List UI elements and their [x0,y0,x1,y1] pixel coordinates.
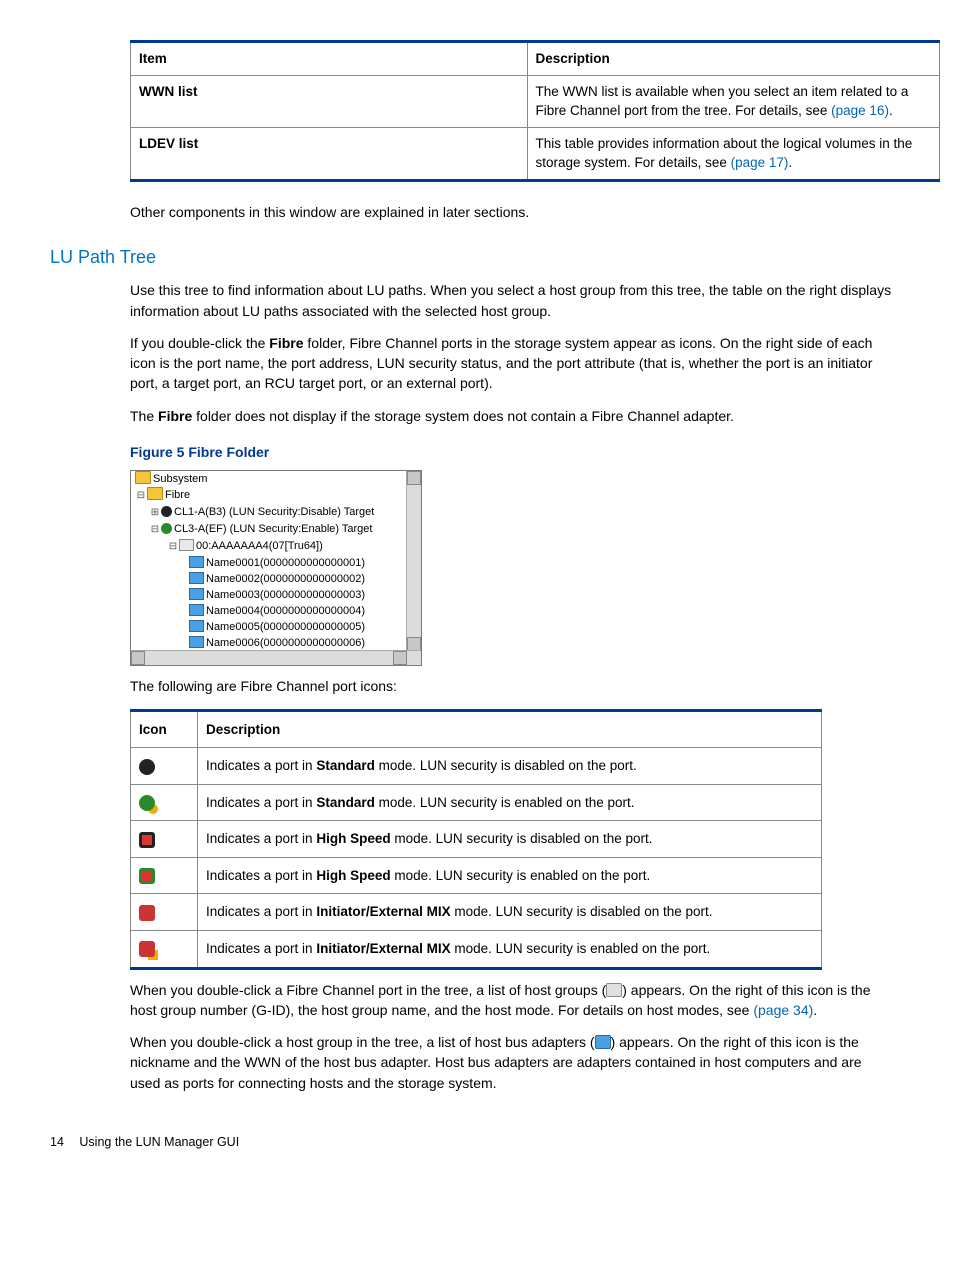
paragraph: The Fibre folder does not display if the… [130,406,894,426]
tree-node-port[interactable]: ⊞CL1-A(B3) (LUN Security:Disable) Target [131,504,421,521]
tree-node-subsystem[interactable]: Subsystem [131,471,421,487]
tree-node-hba[interactable]: Name0004(0000000000000004) [131,603,421,619]
port-mode-icon [139,759,155,775]
cell-desc: Indicates a port in Standard mode. LUN s… [198,748,822,785]
footer-title: Using the LUN Manager GUI [79,1135,239,1149]
paragraph: When you double-click a Fibre Channel po… [130,980,894,1021]
horizontal-scrollbar[interactable] [131,650,421,665]
port-mode-icon [139,832,155,848]
vertical-scrollbar[interactable] [406,471,421,651]
cell-item: WWN list [139,84,198,99]
tree-node-fibre[interactable]: ⊟Fibre [131,487,421,504]
hba-icon [189,588,204,600]
cell-desc: Indicates a port in Standard mode. LUN s… [198,784,822,821]
th-icon: Icon [131,710,198,748]
cell-icon [131,894,198,931]
hba-icon [189,636,204,648]
hba-icon [595,1035,611,1049]
cell-icon [131,821,198,858]
cell-desc: Indicates a port in High Speed mode. LUN… [198,857,822,894]
cell-icon [131,930,198,968]
tree-node-hba[interactable]: Name0005(0000000000000005) [131,619,421,635]
table-row: Indicates a port in Standard mode. LUN s… [131,784,822,821]
folder-icon [135,471,151,484]
hba-icon [189,620,204,632]
cell-desc: This table provides information about th… [527,127,940,180]
cell-icon [131,784,198,821]
tree-node-port[interactable]: ⊟CL3-A(EF) (LUN Security:Enable) Target [131,521,421,538]
hba-icon [189,604,204,616]
hba-icon [189,556,204,568]
table-row: Indicates a port in Standard mode. LUN s… [131,748,822,785]
folder-icon [147,487,163,500]
tree-node-hba[interactable]: Name0006(0000000000000006) [131,635,421,651]
cell-icon [131,748,198,785]
tree-node-hba[interactable]: Name0003(0000000000000003) [131,587,421,603]
port-icon-table: Icon Description Indicates a port in Sta… [130,709,822,970]
link-page-16[interactable]: (page 16) [831,103,889,118]
table-row: Indicates a port in Initiator/External M… [131,930,822,968]
th-desc: Description [527,42,940,76]
item-description-table: Item Description WWN list The WWN list i… [130,40,940,182]
cell-desc: Indicates a port in Initiator/External M… [198,894,822,931]
port-icon [161,506,172,517]
paragraph: When you double-click a host group in th… [130,1032,894,1093]
table-row: Indicates a port in High Speed mode. LUN… [131,821,822,858]
cell-desc: Indicates a port in High Speed mode. LUN… [198,821,822,858]
table-row: WWN list The WWN list is available when … [131,75,940,127]
port-icon [161,523,172,534]
th-item: Item [131,42,528,76]
figure-caption: Figure 5 Fibre Folder [130,442,894,462]
fibre-folder-tree: Subsystem ⊟Fibre ⊞CL1-A(B3) (LUN Securit… [130,470,422,666]
tree-node-hostgroup[interactable]: ⊟00:AAAAAAA4(07[Tru64]) [131,538,421,555]
table-row: Indicates a port in Initiator/External M… [131,894,822,931]
hostgroup-icon [606,983,622,997]
hba-icon [189,572,204,584]
cell-desc: Indicates a port in Initiator/External M… [198,930,822,968]
cell-desc: The WWN list is available when you selec… [527,75,940,127]
page-footer: 14 Using the LUN Manager GUI [50,1133,894,1151]
paragraph: Other components in this window are expl… [130,202,894,222]
th-desc: Description [198,710,822,748]
paragraph: Use this tree to find information about … [130,280,894,321]
tree-node-hba[interactable]: Name0001(0000000000000001) [131,555,421,571]
cell-icon [131,857,198,894]
section-heading-lu-path-tree: LU Path Tree [50,244,894,270]
port-mode-icon [139,868,155,884]
cell-item: LDEV list [139,136,198,151]
table-row: Indicates a port in High Speed mode. LUN… [131,857,822,894]
port-mode-icon [139,941,155,957]
link-page-17[interactable]: (page 17) [731,155,789,170]
page-number: 14 [50,1135,64,1149]
port-mode-icon [139,795,155,811]
paragraph: If you double-click the Fibre folder, Fi… [130,333,894,394]
paragraph: The following are Fibre Channel port ico… [130,676,894,696]
table-row: LDEV list This table provides informatio… [131,127,940,180]
hostgroup-icon [179,539,194,551]
port-mode-icon [139,905,155,921]
tree-node-hba[interactable]: Name0002(0000000000000002) [131,571,421,587]
link-page-34[interactable]: (page 34) [753,1002,813,1018]
